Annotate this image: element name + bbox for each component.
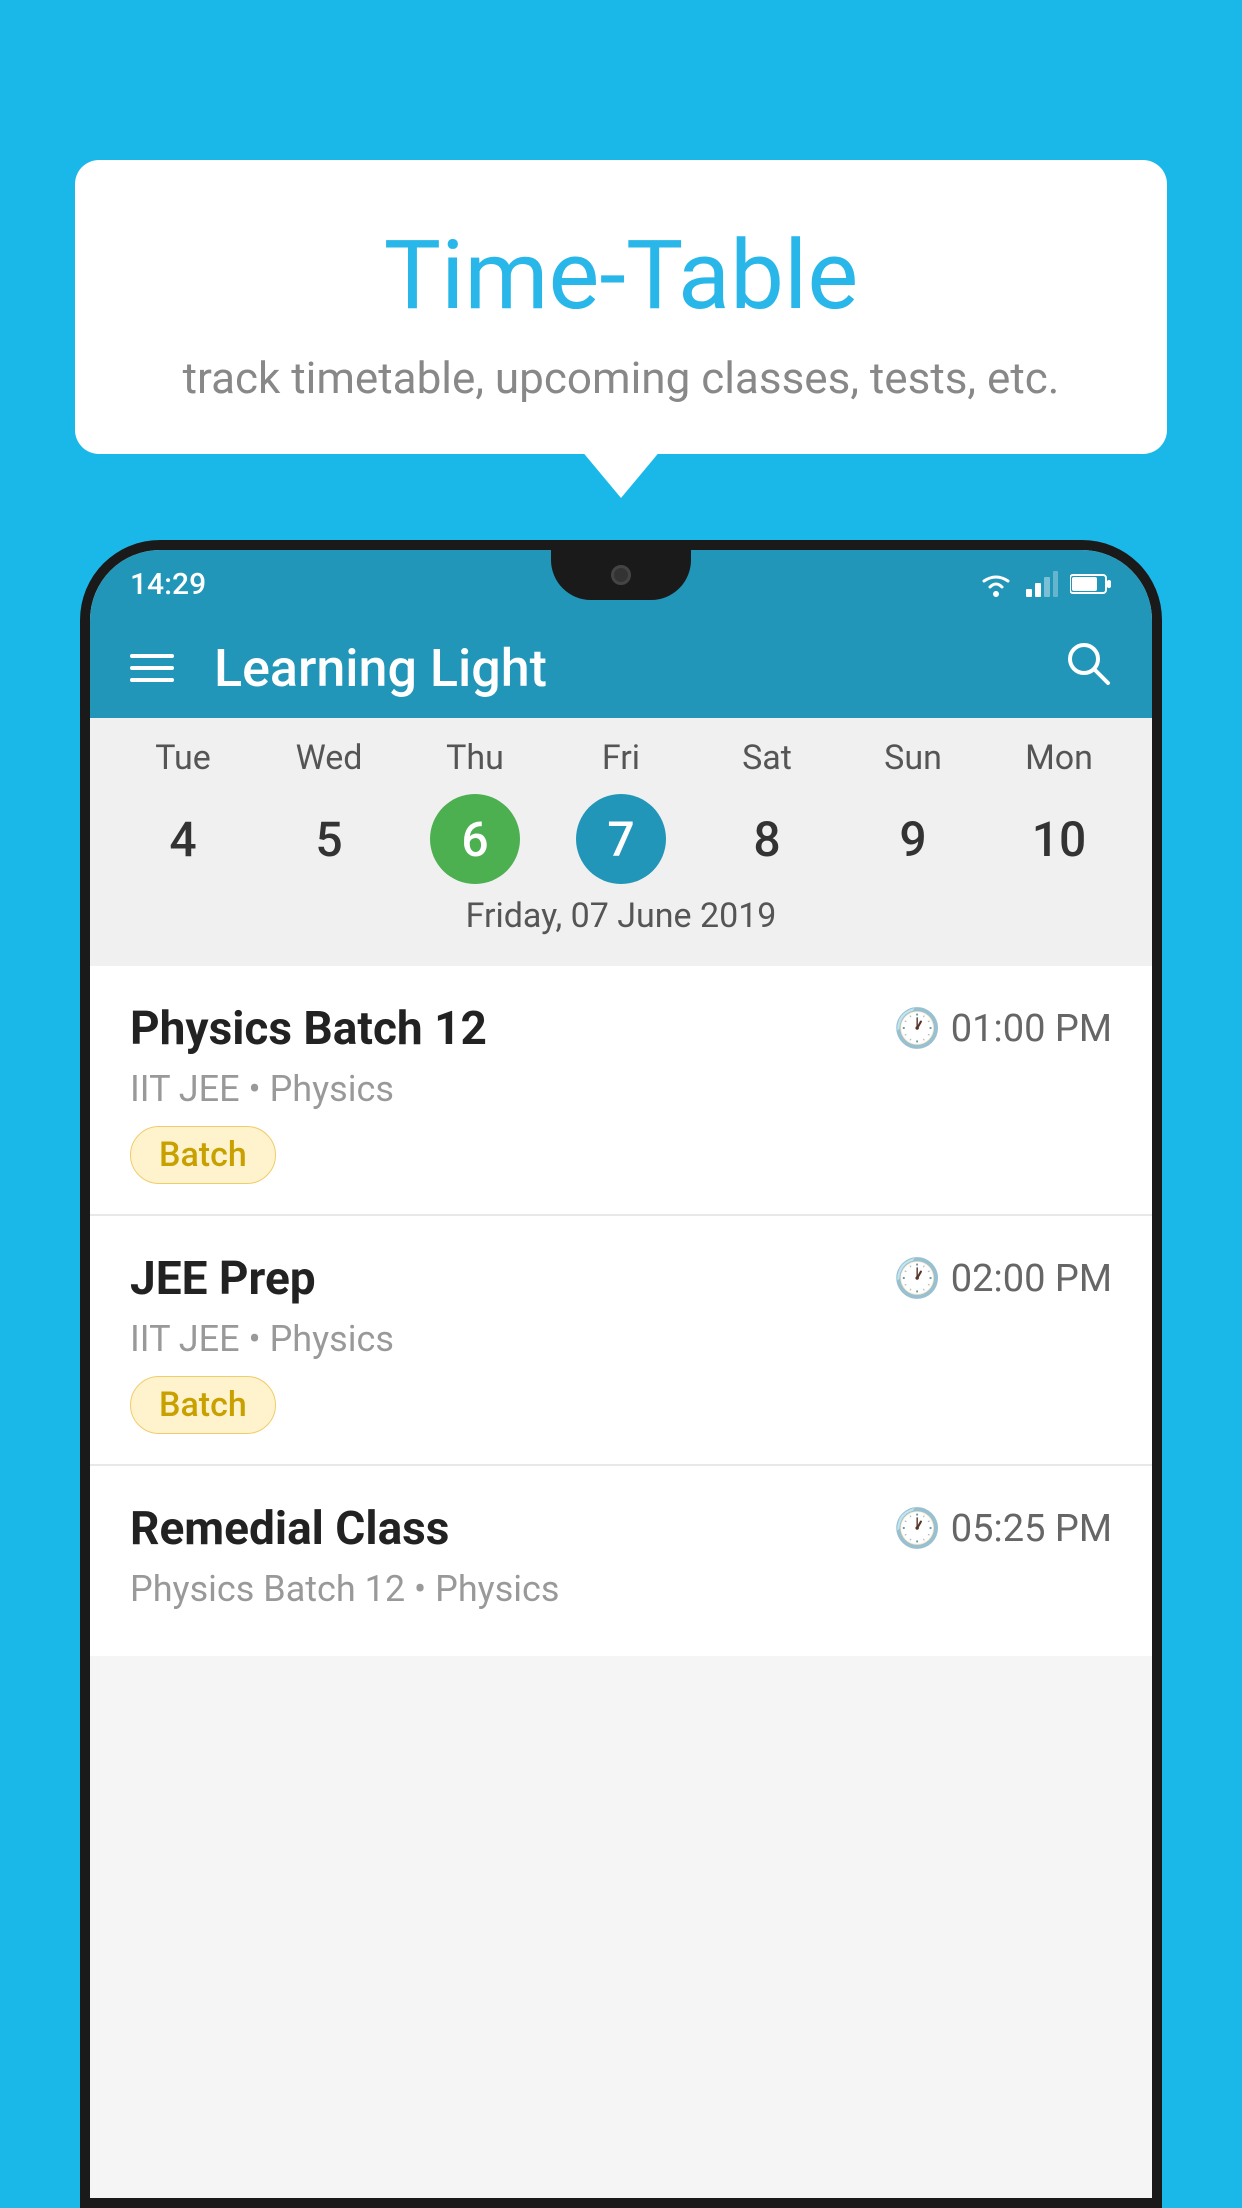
- day-4[interactable]: 4: [138, 794, 228, 884]
- item-header-3: Remedial Class 🕐 05:25 PM: [130, 1502, 1112, 1556]
- item-subtitle-3: Physics Batch 12 • Physics: [130, 1568, 1112, 1610]
- day-9[interactable]: 9: [868, 794, 958, 884]
- app-title: Learning Light: [214, 638, 1062, 699]
- phone-inner: 14:29: [90, 550, 1152, 2198]
- day-headers: Tue Wed Thu Fri Sat Sun Mon: [90, 738, 1152, 778]
- day-label-sat: Sat: [722, 738, 812, 778]
- phone-frame: 14:29: [80, 540, 1162, 2208]
- day-label-sun: Sun: [868, 738, 958, 778]
- notch: [551, 550, 691, 600]
- speech-bubble: Time-Table track timetable, upcoming cla…: [75, 160, 1167, 454]
- item-header-1: Physics Batch 12 🕐 01:00 PM: [130, 1002, 1112, 1056]
- camera-dot: [611, 565, 631, 585]
- schedule-item-3[interactable]: Remedial Class 🕐 05:25 PM Physics Batch …: [90, 1466, 1152, 1656]
- bubble-title: Time-Table: [115, 220, 1127, 332]
- clock-icon-1: 🕐: [893, 1007, 940, 1051]
- day-6-today[interactable]: 6: [430, 794, 520, 884]
- hamburger-line-3: [130, 678, 174, 682]
- signal-icon: [1026, 571, 1058, 597]
- status-icons: [978, 571, 1112, 597]
- item-title-3: Remedial Class: [130, 1502, 449, 1556]
- clock-icon-3: 🕐: [893, 1507, 940, 1551]
- calendar-strip: Tue Wed Thu Fri Sat Sun Mon 4 5 6 7 8 9 …: [90, 718, 1152, 966]
- schedule-list: Physics Batch 12 🕐 01:00 PM IIT JEE • Ph…: [90, 966, 1152, 1656]
- item-time-3: 🕐 05:25 PM: [893, 1507, 1112, 1551]
- day-7-selected[interactable]: 7: [576, 794, 666, 884]
- clock-icon-2: 🕐: [893, 1257, 940, 1301]
- hamburger-line-1: [130, 654, 174, 658]
- status-bar: 14:29: [90, 550, 1152, 618]
- bubble-subtitle: track timetable, upcoming classes, tests…: [115, 352, 1127, 404]
- batch-badge-1: Batch: [130, 1126, 276, 1184]
- day-5[interactable]: 5: [284, 794, 374, 884]
- item-title-1: Physics Batch 12: [130, 1002, 487, 1056]
- hamburger-line-2: [130, 666, 174, 670]
- day-8[interactable]: 8: [722, 794, 812, 884]
- day-label-fri: Fri: [576, 738, 666, 778]
- item-time-2: 🕐 02:00 PM: [893, 1257, 1112, 1301]
- day-numbers: 4 5 6 7 8 9 10: [90, 794, 1152, 884]
- batch-badge-2: Batch: [130, 1376, 276, 1434]
- day-label-mon: Mon: [1014, 738, 1104, 778]
- item-subtitle-1: IIT JEE • Physics: [130, 1068, 1112, 1110]
- day-label-wed: Wed: [284, 738, 374, 778]
- item-title-2: JEE Prep: [130, 1252, 316, 1306]
- day-label-thu: Thu: [430, 738, 520, 778]
- battery-icon: [1070, 573, 1112, 595]
- search-button[interactable]: [1062, 637, 1112, 699]
- selected-date: Friday, 07 June 2019: [90, 884, 1152, 956]
- app-bar: Learning Light: [90, 618, 1152, 718]
- day-10[interactable]: 10: [1014, 794, 1104, 884]
- status-time: 14:29: [130, 567, 206, 602]
- day-label-tue: Tue: [138, 738, 228, 778]
- schedule-item-1[interactable]: Physics Batch 12 🕐 01:00 PM IIT JEE • Ph…: [90, 966, 1152, 1216]
- item-subtitle-2: IIT JEE • Physics: [130, 1318, 1112, 1360]
- schedule-item-2[interactable]: JEE Prep 🕐 02:00 PM IIT JEE • Physics Ba…: [90, 1216, 1152, 1466]
- hamburger-menu-icon[interactable]: [130, 654, 174, 682]
- item-header-2: JEE Prep 🕐 02:00 PM: [130, 1252, 1112, 1306]
- item-time-1: 🕐 01:00 PM: [893, 1007, 1112, 1051]
- wifi-icon: [978, 571, 1014, 597]
